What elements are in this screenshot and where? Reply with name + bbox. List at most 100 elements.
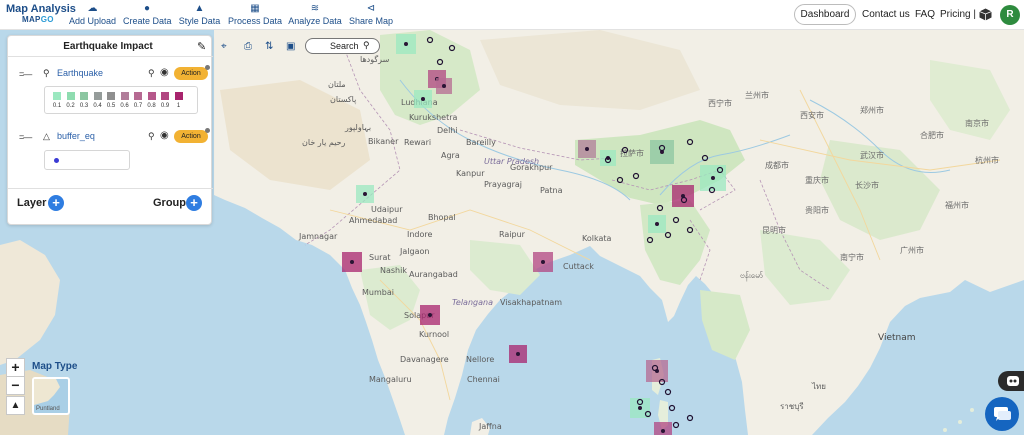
compare-icon[interactable]: ⇅ — [265, 41, 273, 52]
top-navbar: Map Analysis MAPGO ☁ Add Upload ● Create… — [0, 0, 1024, 30]
earthquake-epicenter[interactable] — [616, 176, 624, 184]
drag-handle-icon[interactable]: =— — [19, 132, 32, 142]
earthquake-point[interactable] — [442, 84, 446, 88]
brand-logo[interactable]: Map Analysis MAPGO — [6, 3, 76, 25]
layer-action-button[interactable]: Action — [174, 67, 208, 80]
map-type-thumb-label: Puntland — [36, 406, 60, 412]
earthquake-epicenter[interactable] — [621, 146, 629, 154]
earthquake-point[interactable] — [350, 260, 354, 264]
earthquake-point[interactable] — [428, 313, 432, 317]
polygon-icon: △ — [43, 131, 50, 141]
earthquake-epicenter[interactable] — [436, 58, 444, 66]
drag-handle-icon[interactable]: =— — [19, 69, 32, 79]
earthquake-epicenter[interactable] — [686, 138, 694, 146]
print-icon[interactable]: ⎙ — [244, 41, 252, 52]
legend-swatch — [66, 92, 75, 100]
layer-row-earthquake[interactable]: =— ⚲ Earthquake ⚲ ◉ Action — [8, 65, 213, 82]
zoom-to-layer-icon[interactable]: ⚲ — [148, 131, 155, 142]
earthquake-point[interactable] — [585, 147, 589, 151]
earthquake-epicenter[interactable] — [426, 36, 434, 44]
earthquake-point[interactable] — [661, 429, 665, 433]
layer-row-buffer-eq[interactable]: =— △ buffer_eq ⚲ ◉ Action — [8, 128, 213, 145]
user-avatar[interactable]: R — [1000, 5, 1020, 25]
nav-create-data[interactable]: ● Create Data — [123, 3, 172, 28]
nav-analyze-data[interactable]: ≋ Analyze Data — [288, 3, 342, 28]
nav-share-map[interactable]: ⊲ Share Map — [348, 3, 394, 28]
earthquake-legend: 0.1 0.2 0.3 0.4 0.5 0.6 0.7 0.8 0.9 1 — [44, 86, 198, 114]
earthquake-point[interactable] — [363, 192, 367, 196]
buffer-legend — [44, 150, 130, 170]
earthquake-epicenter[interactable] — [646, 236, 654, 244]
earthquake-epicenter[interactable] — [632, 172, 640, 180]
earthquake-point[interactable] — [638, 406, 642, 410]
nav-analyze-data-label: Analyze Data — [288, 16, 342, 26]
add-layer-label: Layer — [17, 197, 47, 209]
earthquake-epicenter[interactable] — [686, 414, 694, 422]
earthquake-epicenter[interactable] — [656, 204, 664, 212]
faq-link[interactable]: FAQ — [915, 9, 935, 20]
comment-icon[interactable]: ▣ — [286, 41, 295, 52]
legend-value: 0.8 — [147, 103, 156, 109]
chat-bubble-icon — [994, 407, 1011, 421]
add-layer-button[interactable]: + — [48, 195, 64, 211]
earthquake-epicenter[interactable] — [668, 404, 676, 412]
earthquake-point[interactable] — [541, 260, 545, 264]
legend-swatch — [120, 92, 129, 100]
nav-style-data[interactable]: ▲ Style Data — [178, 3, 221, 28]
nav-add-upload[interactable]: ☁ Add Upload — [69, 3, 116, 28]
analyze-chart-icon: ≋ — [310, 3, 320, 14]
panel-title: Earthquake Impact — [63, 41, 153, 52]
earthquake-point[interactable] — [421, 97, 425, 101]
layer-name-buffer-eq[interactable]: buffer_eq — [57, 131, 95, 141]
legend-value: 0.6 — [120, 103, 129, 109]
earthquake-epicenter[interactable] — [701, 154, 709, 162]
layer-panel: Earthquake Impact ✎ =— ⚲ Earthquake ⚲ ◉ … — [7, 35, 213, 225]
action-indicator-dot — [205, 128, 210, 133]
edit-pencil-icon[interactable]: ✎ — [197, 40, 206, 53]
compass-icon[interactable]: ▲ — [6, 396, 25, 415]
map-search-label: Search — [330, 41, 359, 51]
chatbot-icon[interactable] — [998, 371, 1024, 391]
zoom-out-button[interactable]: − — [6, 376, 25, 395]
nav-process-data[interactable]: ▦ Process Data — [227, 3, 283, 28]
layer-name-earthquake[interactable]: Earthquake — [57, 68, 103, 78]
layer-action-button[interactable]: Action — [174, 130, 208, 143]
earthquake-point[interactable] — [655, 222, 659, 226]
map-type-thumbnail[interactable]: Puntland — [32, 377, 70, 415]
eye-icon[interactable]: ◉ — [160, 67, 169, 78]
zoom-to-layer-icon[interactable]: ⚲ — [148, 68, 155, 79]
paint-bucket-icon: ▲ — [194, 3, 205, 14]
legend-value: 0.4 — [93, 103, 102, 109]
nav-style-data-label: Style Data — [178, 16, 221, 26]
cloud-upload-icon: ☁ — [87, 3, 98, 14]
legend-value: 0.9 — [160, 103, 170, 109]
panel-divider — [8, 56, 213, 57]
earthquake-epicenter[interactable] — [664, 388, 672, 396]
legend-value: 0.7 — [133, 103, 143, 109]
add-group-button[interactable]: + — [186, 195, 202, 211]
process-nodes-icon: ▦ — [250, 3, 260, 14]
contact-us-link[interactable]: Contact us — [862, 9, 910, 20]
action-indicator-dot — [205, 65, 210, 70]
earthquake-point[interactable] — [711, 176, 715, 180]
zoom-in-button[interactable]: + — [6, 358, 25, 377]
earthquake-epicenter[interactable] — [664, 231, 672, 239]
dashboard-button[interactable]: Dashboard — [794, 4, 856, 25]
add-group-label: Group — [153, 197, 186, 209]
legend-swatch — [93, 92, 102, 100]
earthquake-point[interactable] — [516, 352, 520, 356]
hex-andaman-3[interactable] — [654, 422, 672, 435]
earthquake-epicenter[interactable] — [686, 226, 694, 234]
nav-process-data-label: Process Data — [227, 16, 283, 26]
map-search-box[interactable]: Search ⚲ — [305, 38, 380, 54]
earthquake-point[interactable] — [404, 42, 408, 46]
pricing-link[interactable]: Pricing | — [940, 9, 976, 20]
legend-swatch — [161, 92, 169, 100]
earthquake-epicenter[interactable] — [448, 44, 456, 52]
target-icon[interactable]: ⌖ — [221, 41, 227, 52]
earthquake-epicenter[interactable] — [672, 216, 680, 224]
eye-icon[interactable]: ◉ — [160, 130, 169, 141]
chat-support-button[interactable] — [985, 397, 1019, 431]
earthquake-epicenter[interactable] — [672, 421, 680, 429]
cube-icon[interactable] — [979, 8, 992, 21]
